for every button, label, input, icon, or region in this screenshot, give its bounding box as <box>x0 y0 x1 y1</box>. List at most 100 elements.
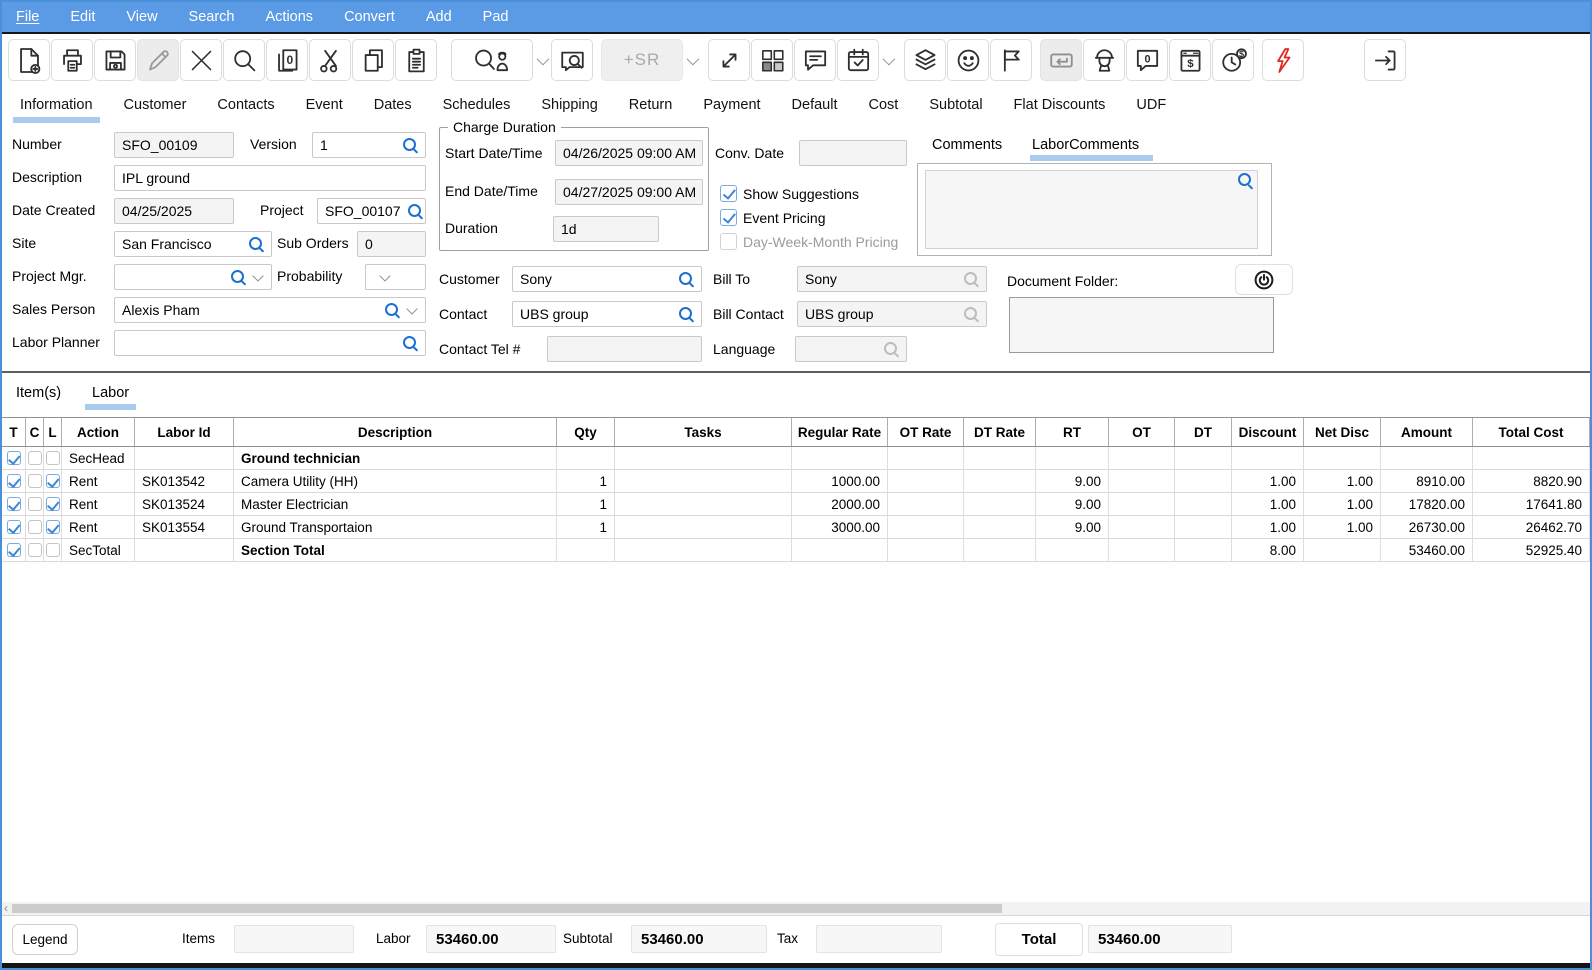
table-row[interactable]: SecTotal Section Total 8.00 53460.00 529… <box>2 539 1590 562</box>
probability-field[interactable] <box>365 264 426 290</box>
tab-udf[interactable]: UDF <box>1136 88 1166 122</box>
col-header-ot-rate[interactable]: OT Rate <box>888 418 964 446</box>
labor-planner-field[interactable] <box>114 330 426 356</box>
cell-action[interactable]: SecTotal <box>62 539 135 561</box>
billing-clock-button[interactable]: $ <box>1212 39 1254 81</box>
col-header-c[interactable]: C <box>26 418 44 446</box>
cell-ot-rate[interactable] <box>888 447 964 469</box>
tab-contacts[interactable]: Contacts <box>217 88 274 122</box>
end-datetime-field[interactable]: 04/27/2025 09:00 AM <box>555 179 703 205</box>
cell-ot[interactable] <box>1109 447 1175 469</box>
return-key-button[interactable] <box>1040 39 1082 81</box>
t-checkbox[interactable] <box>7 543 21 557</box>
show-suggestions-checkbox[interactable] <box>720 185 737 202</box>
c-checkbox[interactable] <box>28 543 42 557</box>
cell-amount[interactable]: 17820.00 <box>1381 493 1473 515</box>
expand-button[interactable] <box>708 39 750 81</box>
col-header-action[interactable]: Action <box>62 418 135 446</box>
cell-net-disc[interactable] <box>1304 447 1381 469</box>
duplicate-zero-button[interactable]: 0 <box>266 39 308 81</box>
cell-description[interactable]: Ground Transportaion <box>234 516 557 538</box>
chevron-down-icon[interactable] <box>883 52 896 65</box>
paste-button[interactable] <box>395 39 437 81</box>
cell-net-disc[interactable]: 1.00 <box>1304 493 1381 515</box>
tab-subtotal[interactable]: Subtotal <box>929 88 982 122</box>
search-icon[interactable] <box>231 270 246 285</box>
l-checkbox[interactable] <box>46 474 60 488</box>
chevron-down-icon[interactable] <box>687 52 700 65</box>
cell-net-disc[interactable]: 1.00 <box>1304 516 1381 538</box>
col-header-description[interactable]: Description <box>234 418 557 446</box>
cell-regular-rate[interactable] <box>792 539 888 561</box>
t-checkbox[interactable] <box>7 451 21 465</box>
menu-file[interactable]: File <box>16 9 39 25</box>
tab-event[interactable]: Event <box>306 88 343 122</box>
cut-button[interactable] <box>309 39 351 81</box>
stack-layers-button[interactable] <box>904 39 946 81</box>
cell-total-cost[interactable] <box>1473 447 1590 469</box>
tab-labor[interactable]: Labor <box>92 385 129 401</box>
exit-button[interactable] <box>1364 39 1406 81</box>
search-icon[interactable] <box>1238 173 1253 188</box>
cell-description[interactable]: Section Total <box>234 539 557 561</box>
project-field[interactable]: SFO_00107 <box>317 198 426 224</box>
table-row[interactable]: SecHead Ground technician <box>2 447 1590 470</box>
cell-amount[interactable]: 26730.00 <box>1381 516 1473 538</box>
cell-labor-id[interactable]: SK013542 <box>135 470 234 492</box>
cell-tasks[interactable] <box>615 539 792 561</box>
cell-dt-rate[interactable] <box>964 516 1036 538</box>
customer-field[interactable]: Sony <box>512 266 702 292</box>
cell-rt[interactable]: 9.00 <box>1036 470 1109 492</box>
cell-net-disc[interactable]: 1.00 <box>1304 470 1381 492</box>
cell-rt[interactable]: 9.00 <box>1036 493 1109 515</box>
cell-ot-rate[interactable] <box>888 539 964 561</box>
cell-qty[interactable]: 1 <box>557 470 615 492</box>
bill-contact-field[interactable]: UBS group <box>797 301 987 327</box>
cell-ot[interactable] <box>1109 470 1175 492</box>
cell-dt[interactable] <box>1175 447 1232 469</box>
col-header-labor-id[interactable]: Labor Id <box>135 418 234 446</box>
cell-total-cost[interactable]: 26462.70 <box>1473 516 1590 538</box>
cell-ot-rate[interactable] <box>888 470 964 492</box>
menu-pad[interactable]: Pad <box>483 9 509 25</box>
menu-actions[interactable]: Actions <box>266 9 314 25</box>
total-button[interactable]: Total <box>995 923 1083 956</box>
version-field[interactable]: 1 <box>312 132 426 158</box>
t-checkbox[interactable] <box>7 497 21 511</box>
cell-dt[interactable] <box>1175 516 1232 538</box>
tab-schedules[interactable]: Schedules <box>443 88 511 122</box>
smiley-button[interactable] <box>947 39 989 81</box>
search-person-button[interactable] <box>451 39 533 81</box>
c-checkbox[interactable] <box>28 497 42 511</box>
search-icon[interactable] <box>408 204 423 219</box>
document-folder-box[interactable] <box>1009 297 1274 353</box>
cell-dt-rate[interactable] <box>964 493 1036 515</box>
comment-button[interactable] <box>794 39 836 81</box>
delete-button[interactable] <box>180 39 222 81</box>
search-icon[interactable] <box>403 336 418 351</box>
cell-rt[interactable] <box>1036 447 1109 469</box>
cell-tasks[interactable] <box>615 516 792 538</box>
cell-action[interactable]: Rent <box>62 470 135 492</box>
search-icon[interactable] <box>403 138 418 153</box>
cell-description[interactable]: Camera Utility (HH) <box>234 470 557 492</box>
cell-labor-id[interactable] <box>135 539 234 561</box>
cell-action[interactable]: Rent <box>62 493 135 515</box>
chevron-down-icon[interactable] <box>379 270 390 281</box>
c-checkbox[interactable] <box>28 474 42 488</box>
col-header-qty[interactable]: Qty <box>557 418 615 446</box>
cell-qty[interactable]: 1 <box>557 516 615 538</box>
search-icon[interactable] <box>679 272 694 287</box>
col-header-dt[interactable]: DT <box>1175 418 1232 446</box>
cell-action[interactable]: SecHead <box>62 447 135 469</box>
cell-ot[interactable] <box>1109 493 1175 515</box>
site-field[interactable]: San Francisco <box>114 231 272 257</box>
menu-convert[interactable]: Convert <box>344 9 395 25</box>
cell-regular-rate[interactable] <box>792 447 888 469</box>
contact-field[interactable]: UBS group <box>512 301 702 327</box>
cell-description[interactable]: Ground technician <box>234 447 557 469</box>
tab-information[interactable]: Information <box>20 88 93 122</box>
chevron-down-icon[interactable] <box>406 303 417 314</box>
t-checkbox[interactable] <box>7 474 21 488</box>
chevron-down-icon[interactable] <box>252 270 263 281</box>
